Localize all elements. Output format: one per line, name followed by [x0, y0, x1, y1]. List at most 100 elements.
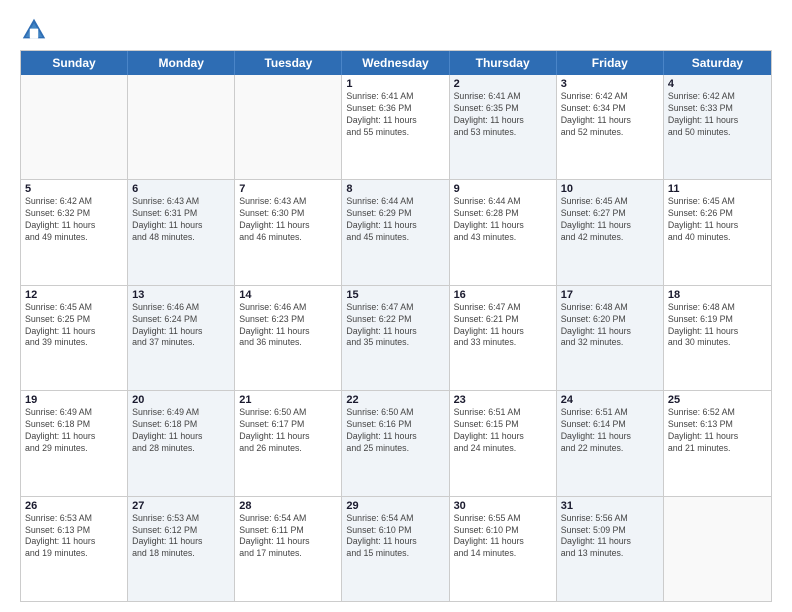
- cal-cell-day-28: 28Sunrise: 6:54 AM Sunset: 6:11 PM Dayli…: [235, 497, 342, 601]
- day-info: Sunrise: 6:44 AM Sunset: 6:28 PM Dayligh…: [454, 196, 552, 244]
- day-number: 23: [454, 394, 552, 406]
- cal-cell-day-15: 15Sunrise: 6:47 AM Sunset: 6:22 PM Dayli…: [342, 286, 449, 390]
- cal-cell-day-2: 2Sunrise: 6:41 AM Sunset: 6:35 PM Daylig…: [450, 75, 557, 179]
- cal-cell-day-19: 19Sunrise: 6:49 AM Sunset: 6:18 PM Dayli…: [21, 391, 128, 495]
- cal-row-2: 12Sunrise: 6:45 AM Sunset: 6:25 PM Dayli…: [21, 285, 771, 390]
- day-number: 26: [25, 500, 123, 512]
- cal-cell-day-6: 6Sunrise: 6:43 AM Sunset: 6:31 PM Daylig…: [128, 180, 235, 284]
- cal-cell-empty: [21, 75, 128, 179]
- page: SundayMondayTuesdayWednesdayThursdayFrid…: [0, 0, 792, 612]
- header-day-tuesday: Tuesday: [235, 51, 342, 75]
- cal-cell-day-16: 16Sunrise: 6:47 AM Sunset: 6:21 PM Dayli…: [450, 286, 557, 390]
- day-number: 17: [561, 289, 659, 301]
- day-number: 7: [239, 183, 337, 195]
- day-number: 20: [132, 394, 230, 406]
- day-number: 18: [668, 289, 767, 301]
- day-info: Sunrise: 6:44 AM Sunset: 6:29 PM Dayligh…: [346, 196, 444, 244]
- day-number: 25: [668, 394, 767, 406]
- cal-cell-day-21: 21Sunrise: 6:50 AM Sunset: 6:17 PM Dayli…: [235, 391, 342, 495]
- day-info: Sunrise: 6:49 AM Sunset: 6:18 PM Dayligh…: [25, 407, 123, 455]
- day-info: Sunrise: 6:43 AM Sunset: 6:31 PM Dayligh…: [132, 196, 230, 244]
- day-number: 31: [561, 500, 659, 512]
- cal-cell-day-30: 30Sunrise: 6:55 AM Sunset: 6:10 PM Dayli…: [450, 497, 557, 601]
- day-info: Sunrise: 6:47 AM Sunset: 6:21 PM Dayligh…: [454, 302, 552, 350]
- cal-cell-day-25: 25Sunrise: 6:52 AM Sunset: 6:13 PM Dayli…: [664, 391, 771, 495]
- logo-icon: [20, 16, 48, 44]
- day-number: 11: [668, 183, 767, 195]
- day-number: 16: [454, 289, 552, 301]
- day-number: 24: [561, 394, 659, 406]
- cal-cell-day-8: 8Sunrise: 6:44 AM Sunset: 6:29 PM Daylig…: [342, 180, 449, 284]
- day-info: Sunrise: 6:53 AM Sunset: 6:13 PM Dayligh…: [25, 513, 123, 561]
- day-number: 28: [239, 500, 337, 512]
- cal-cell-day-11: 11Sunrise: 6:45 AM Sunset: 6:26 PM Dayli…: [664, 180, 771, 284]
- day-number: 3: [561, 78, 659, 90]
- day-info: Sunrise: 6:42 AM Sunset: 6:32 PM Dayligh…: [25, 196, 123, 244]
- day-info: Sunrise: 6:45 AM Sunset: 6:27 PM Dayligh…: [561, 196, 659, 244]
- cal-cell-day-13: 13Sunrise: 6:46 AM Sunset: 6:24 PM Dayli…: [128, 286, 235, 390]
- calendar-header: SundayMondayTuesdayWednesdayThursdayFrid…: [21, 51, 771, 75]
- cal-cell-day-27: 27Sunrise: 6:53 AM Sunset: 6:12 PM Dayli…: [128, 497, 235, 601]
- day-info: Sunrise: 6:42 AM Sunset: 6:33 PM Dayligh…: [668, 91, 767, 139]
- day-number: 19: [25, 394, 123, 406]
- cal-cell-day-5: 5Sunrise: 6:42 AM Sunset: 6:32 PM Daylig…: [21, 180, 128, 284]
- day-info: Sunrise: 6:46 AM Sunset: 6:23 PM Dayligh…: [239, 302, 337, 350]
- day-number: 9: [454, 183, 552, 195]
- cal-row-1: 5Sunrise: 6:42 AM Sunset: 6:32 PM Daylig…: [21, 179, 771, 284]
- cal-cell-empty: [664, 497, 771, 601]
- day-number: 22: [346, 394, 444, 406]
- cal-cell-day-17: 17Sunrise: 6:48 AM Sunset: 6:20 PM Dayli…: [557, 286, 664, 390]
- cal-row-0: 1Sunrise: 6:41 AM Sunset: 6:36 PM Daylig…: [21, 75, 771, 179]
- day-info: Sunrise: 6:53 AM Sunset: 6:12 PM Dayligh…: [132, 513, 230, 561]
- day-number: 29: [346, 500, 444, 512]
- header-day-thursday: Thursday: [450, 51, 557, 75]
- header-day-friday: Friday: [557, 51, 664, 75]
- day-info: Sunrise: 6:55 AM Sunset: 6:10 PM Dayligh…: [454, 513, 552, 561]
- day-info: Sunrise: 6:42 AM Sunset: 6:34 PM Dayligh…: [561, 91, 659, 139]
- day-info: Sunrise: 6:51 AM Sunset: 6:14 PM Dayligh…: [561, 407, 659, 455]
- cal-cell-day-14: 14Sunrise: 6:46 AM Sunset: 6:23 PM Dayli…: [235, 286, 342, 390]
- day-number: 10: [561, 183, 659, 195]
- day-number: 27: [132, 500, 230, 512]
- day-number: 12: [25, 289, 123, 301]
- cal-row-3: 19Sunrise: 6:49 AM Sunset: 6:18 PM Dayli…: [21, 390, 771, 495]
- header-day-monday: Monday: [128, 51, 235, 75]
- day-number: 2: [454, 78, 552, 90]
- day-number: 13: [132, 289, 230, 301]
- day-info: Sunrise: 6:49 AM Sunset: 6:18 PM Dayligh…: [132, 407, 230, 455]
- day-info: Sunrise: 5:56 AM Sunset: 5:09 PM Dayligh…: [561, 513, 659, 561]
- header-day-wednesday: Wednesday: [342, 51, 449, 75]
- day-number: 21: [239, 394, 337, 406]
- day-info: Sunrise: 6:52 AM Sunset: 6:13 PM Dayligh…: [668, 407, 767, 455]
- day-info: Sunrise: 6:41 AM Sunset: 6:35 PM Dayligh…: [454, 91, 552, 139]
- cal-cell-empty: [128, 75, 235, 179]
- cal-cell-day-7: 7Sunrise: 6:43 AM Sunset: 6:30 PM Daylig…: [235, 180, 342, 284]
- day-info: Sunrise: 6:48 AM Sunset: 6:20 PM Dayligh…: [561, 302, 659, 350]
- day-info: Sunrise: 6:43 AM Sunset: 6:30 PM Dayligh…: [239, 196, 337, 244]
- day-info: Sunrise: 6:50 AM Sunset: 6:17 PM Dayligh…: [239, 407, 337, 455]
- header: [20, 16, 772, 44]
- day-info: Sunrise: 6:41 AM Sunset: 6:36 PM Dayligh…: [346, 91, 444, 139]
- day-info: Sunrise: 6:54 AM Sunset: 6:10 PM Dayligh…: [346, 513, 444, 561]
- cal-cell-day-4: 4Sunrise: 6:42 AM Sunset: 6:33 PM Daylig…: [664, 75, 771, 179]
- day-number: 1: [346, 78, 444, 90]
- day-number: 4: [668, 78, 767, 90]
- day-number: 5: [25, 183, 123, 195]
- day-info: Sunrise: 6:48 AM Sunset: 6:19 PM Dayligh…: [668, 302, 767, 350]
- cal-cell-day-10: 10Sunrise: 6:45 AM Sunset: 6:27 PM Dayli…: [557, 180, 664, 284]
- day-number: 14: [239, 289, 337, 301]
- day-info: Sunrise: 6:45 AM Sunset: 6:25 PM Dayligh…: [25, 302, 123, 350]
- day-info: Sunrise: 6:47 AM Sunset: 6:22 PM Dayligh…: [346, 302, 444, 350]
- cal-cell-day-18: 18Sunrise: 6:48 AM Sunset: 6:19 PM Dayli…: [664, 286, 771, 390]
- day-number: 15: [346, 289, 444, 301]
- day-info: Sunrise: 6:50 AM Sunset: 6:16 PM Dayligh…: [346, 407, 444, 455]
- header-day-saturday: Saturday: [664, 51, 771, 75]
- cal-cell-day-3: 3Sunrise: 6:42 AM Sunset: 6:34 PM Daylig…: [557, 75, 664, 179]
- day-info: Sunrise: 6:45 AM Sunset: 6:26 PM Dayligh…: [668, 196, 767, 244]
- calendar-body: 1Sunrise: 6:41 AM Sunset: 6:36 PM Daylig…: [21, 75, 771, 601]
- day-info: Sunrise: 6:54 AM Sunset: 6:11 PM Dayligh…: [239, 513, 337, 561]
- cal-cell-day-29: 29Sunrise: 6:54 AM Sunset: 6:10 PM Dayli…: [342, 497, 449, 601]
- header-day-sunday: Sunday: [21, 51, 128, 75]
- logo: [20, 16, 52, 44]
- day-info: Sunrise: 6:46 AM Sunset: 6:24 PM Dayligh…: [132, 302, 230, 350]
